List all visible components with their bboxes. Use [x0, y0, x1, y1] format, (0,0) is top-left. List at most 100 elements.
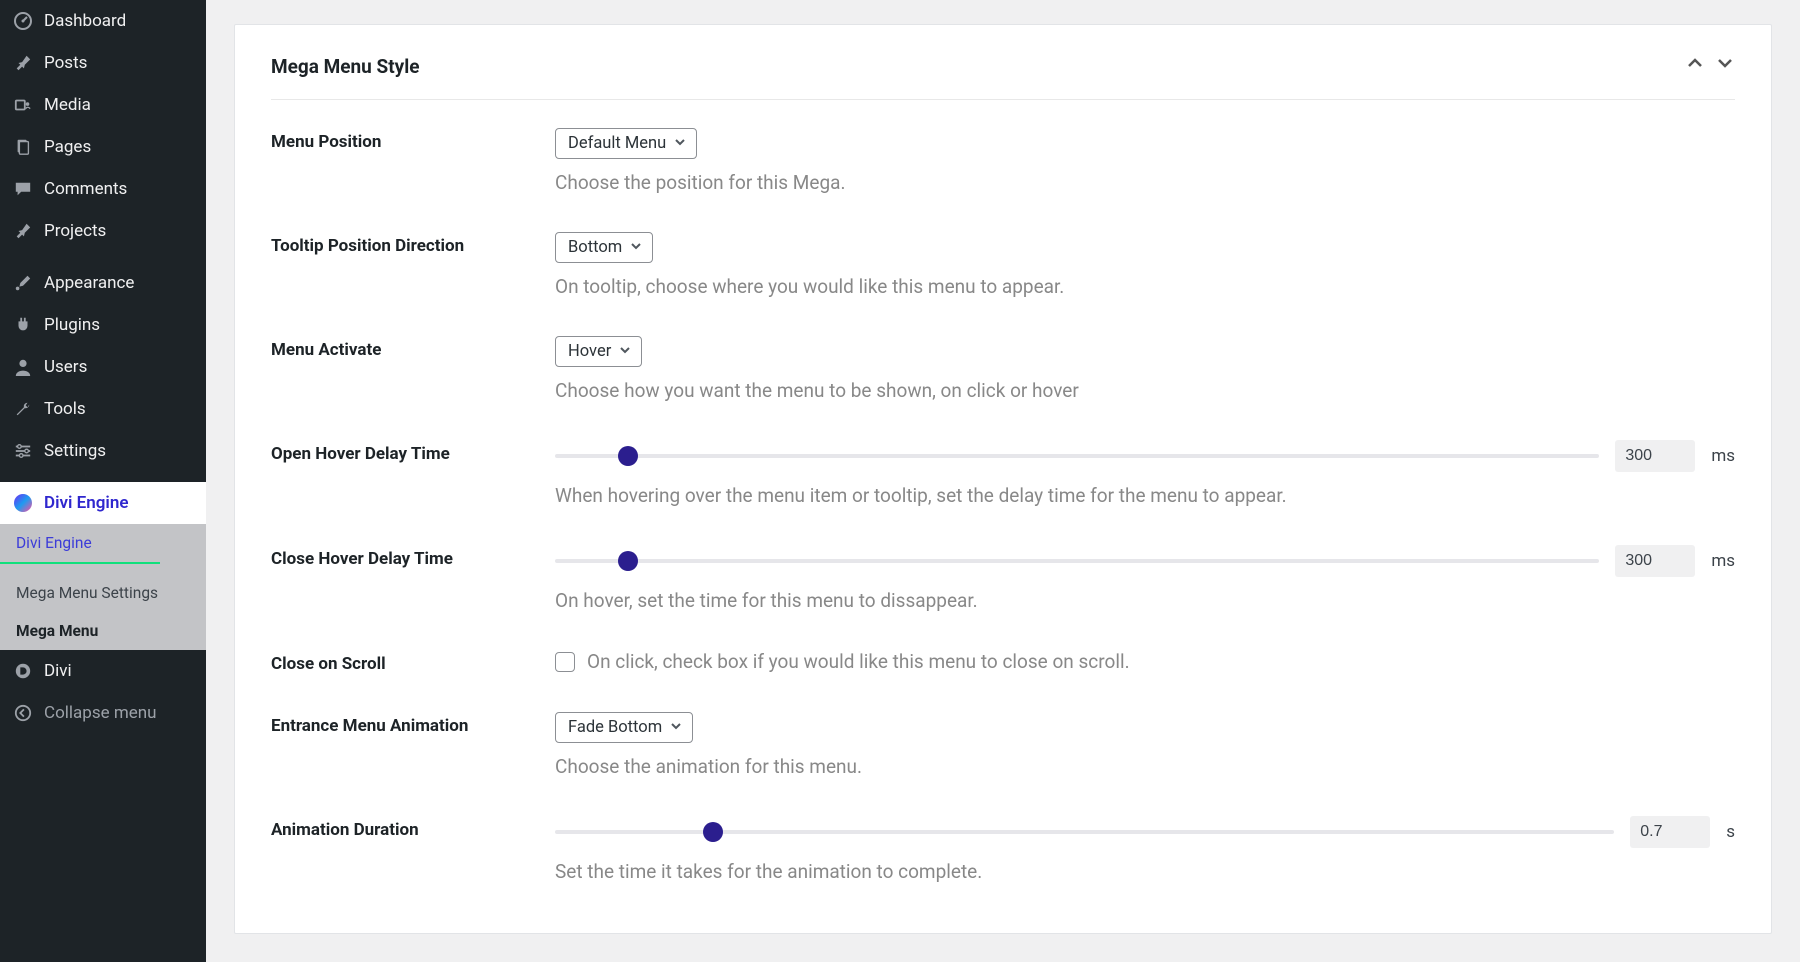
sidebar-item-pages[interactable]: Pages: [0, 126, 206, 168]
field-help: On tooltip, choose where you would like …: [555, 275, 1735, 298]
checkbox-label: On click, check box if you would like th…: [587, 650, 1130, 673]
submenu-item-mega-menu-settings[interactable]: Mega Menu Settings: [0, 574, 206, 612]
field-label: Open Hover Delay Time: [271, 440, 551, 507]
select-value: Hover: [568, 342, 611, 361]
menu-position-select[interactable]: Default Menu: [555, 128, 697, 159]
chevron-down-icon: [619, 344, 631, 359]
sidebar-item-label: Tools: [44, 399, 86, 419]
field-close-on-scroll: Close on Scroll On click, check box if y…: [271, 650, 1735, 674]
sidebar-item-label: Plugins: [44, 315, 100, 335]
slider-thumb[interactable]: [703, 822, 723, 842]
collapse-icon: [12, 702, 34, 724]
chevron-down-icon: [670, 720, 682, 735]
wrench-icon: [12, 398, 34, 420]
main-content: Mega Menu Style Menu Position Default Me…: [206, 0, 1800, 962]
chevron-down-icon[interactable]: [1715, 53, 1735, 79]
sidebar-submenu: Divi Engine Mega Menu Settings Mega Menu: [0, 524, 206, 650]
field-help: Choose the animation for this menu.: [555, 755, 1735, 778]
field-animation-duration: Animation Duration s Set the time it tak…: [271, 816, 1735, 883]
panel-nav-actions: [1685, 53, 1735, 79]
sidebar-item-collapse[interactable]: Collapse menu: [0, 692, 206, 734]
sidebar-item-label: Divi Engine: [44, 493, 128, 513]
admin-sidebar: Dashboard Posts Media Pages Comments Pro…: [0, 0, 206, 962]
sidebar-item-label: Projects: [44, 221, 106, 241]
field-label: Close Hover Delay Time: [271, 545, 551, 612]
menu-activate-select[interactable]: Hover: [555, 336, 642, 367]
animation-duration-input[interactable]: [1630, 816, 1710, 848]
field-help: When hovering over the menu item or tool…: [555, 484, 1735, 507]
sidebar-item-label: Comments: [44, 179, 127, 199]
field-label: Animation Duration: [271, 816, 551, 883]
comments-icon: [12, 178, 34, 200]
field-close-delay: Close Hover Delay Time ms On hover, set …: [271, 545, 1735, 612]
sidebar-item-label: Pages: [44, 137, 91, 157]
page-icon: [12, 136, 34, 158]
select-value: Bottom: [568, 238, 622, 257]
sidebar-item-label: Users: [44, 357, 87, 377]
field-label: Entrance Menu Animation: [271, 712, 551, 778]
field-open-delay: Open Hover Delay Time ms When hovering o…: [271, 440, 1735, 507]
chevron-up-icon[interactable]: [1685, 53, 1705, 79]
sidebar-item-label: Divi: [44, 661, 72, 681]
open-delay-slider[interactable]: [555, 454, 1599, 458]
sidebar-item-label: Media: [44, 95, 91, 115]
user-icon: [12, 356, 34, 378]
sidebar-item-tools[interactable]: Tools: [0, 388, 206, 430]
unit-label: ms: [1711, 551, 1735, 571]
pin-icon: [12, 220, 34, 242]
sliders-icon: [12, 440, 34, 462]
close-delay-slider[interactable]: [555, 559, 1599, 563]
sidebar-item-label: Settings: [44, 441, 106, 461]
panel-header: Mega Menu Style: [271, 53, 1735, 100]
field-help: Choose how you want the menu to be shown…: [555, 379, 1735, 402]
select-value: Fade Bottom: [568, 718, 662, 737]
sidebar-item-projects[interactable]: Projects: [0, 210, 206, 252]
sidebar-item-settings[interactable]: Settings: [0, 430, 206, 472]
brush-icon: [12, 272, 34, 294]
select-value: Default Menu: [568, 134, 666, 153]
tooltip-position-select[interactable]: Bottom: [555, 232, 653, 263]
field-help: Set the time it takes for the animation …: [555, 860, 1735, 883]
field-menu-activate: Menu Activate Hover Choose how you want …: [271, 336, 1735, 402]
pin-icon: [12, 52, 34, 74]
animation-duration-slider[interactable]: [555, 830, 1614, 834]
field-label: Menu Activate: [271, 336, 551, 402]
sidebar-item-divi[interactable]: Divi: [0, 650, 206, 692]
panel-title: Mega Menu Style: [271, 55, 420, 78]
sidebar-item-posts[interactable]: Posts: [0, 42, 206, 84]
field-entrance-animation: Entrance Menu Animation Fade Bottom Choo…: [271, 712, 1735, 778]
sidebar-item-comments[interactable]: Comments: [0, 168, 206, 210]
sidebar-item-label: Collapse menu: [44, 703, 157, 723]
divi-icon: [12, 660, 34, 682]
slider-thumb[interactable]: [618, 446, 638, 466]
field-label: Menu Position: [271, 128, 551, 194]
chevron-down-icon: [674, 136, 686, 151]
submenu-item-mega-menu[interactable]: Mega Menu: [0, 612, 206, 650]
sidebar-item-dashboard[interactable]: Dashboard: [0, 0, 206, 42]
unit-label: ms: [1711, 446, 1735, 466]
open-delay-input[interactable]: [1615, 440, 1695, 472]
slider-thumb[interactable]: [618, 551, 638, 571]
close-on-scroll-checkbox[interactable]: [555, 652, 575, 672]
submenu-item-divi-engine[interactable]: Divi Engine: [0, 524, 160, 564]
unit-label: s: [1726, 822, 1735, 842]
plug-icon: [12, 314, 34, 336]
field-label: Close on Scroll: [271, 650, 551, 674]
sidebar-item-plugins[interactable]: Plugins: [0, 304, 206, 346]
close-delay-input[interactable]: [1615, 545, 1695, 577]
field-label: Tooltip Position Direction: [271, 232, 551, 298]
field-help: On hover, set the time for this menu to …: [555, 589, 1735, 612]
sidebar-item-divi-engine[interactable]: Divi Engine: [0, 482, 206, 524]
sidebar-item-label: Posts: [44, 53, 87, 73]
settings-panel: Mega Menu Style Menu Position Default Me…: [234, 24, 1772, 934]
sidebar-item-label: Dashboard: [44, 11, 126, 31]
entrance-animation-select[interactable]: Fade Bottom: [555, 712, 693, 743]
sidebar-item-users[interactable]: Users: [0, 346, 206, 388]
sidebar-item-label: Appearance: [44, 273, 134, 293]
sidebar-item-media[interactable]: Media: [0, 84, 206, 126]
media-icon: [12, 94, 34, 116]
field-menu-position: Menu Position Default Menu Choose the po…: [271, 128, 1735, 194]
sidebar-item-appearance[interactable]: Appearance: [0, 262, 206, 304]
dashboard-icon: [12, 10, 34, 32]
field-help: Choose the position for this Mega.: [555, 171, 1735, 194]
